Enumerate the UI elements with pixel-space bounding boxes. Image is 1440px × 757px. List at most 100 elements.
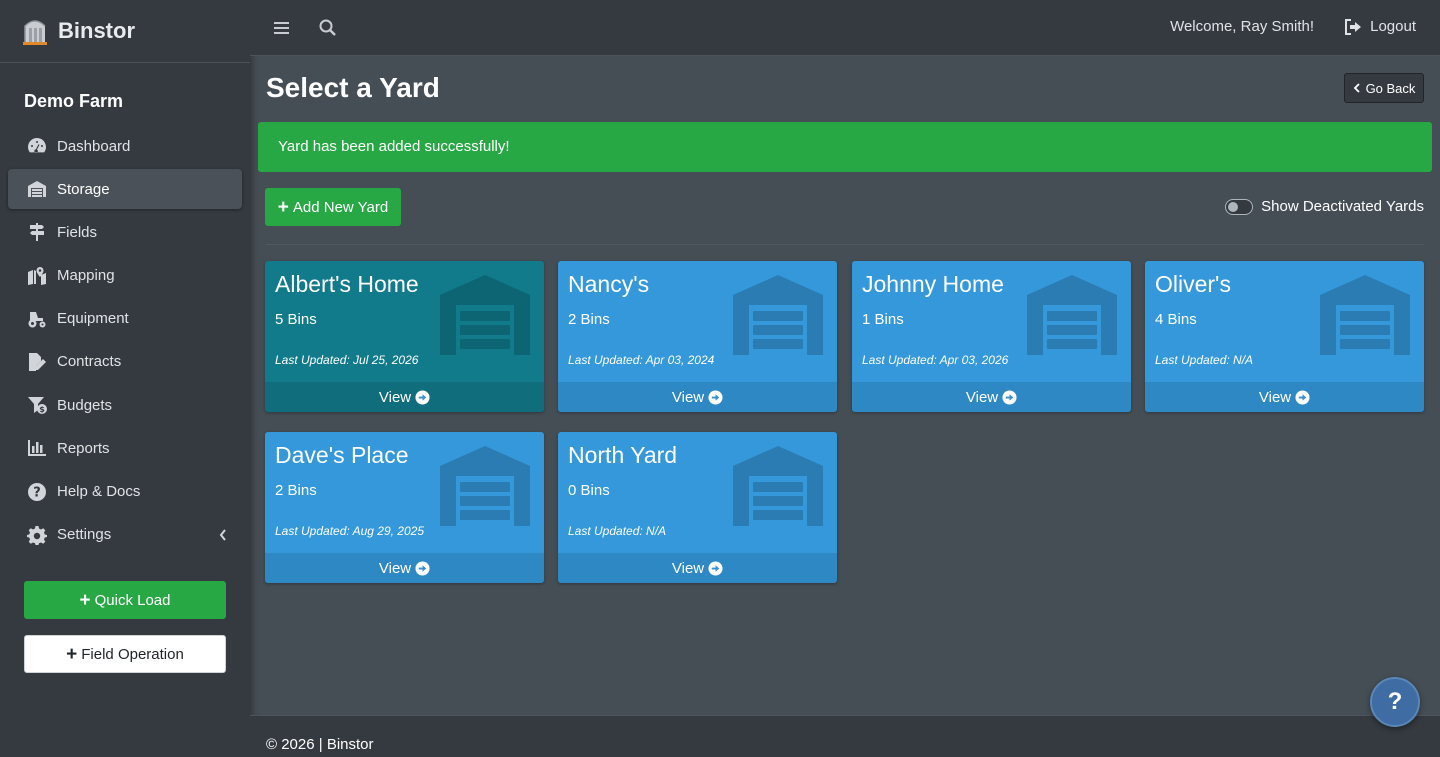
divider [266,244,1424,245]
sidebar-item-label: Reports [57,439,110,457]
yard-view-link[interactable]: View [265,553,544,583]
yard-bin-count: 0 Bins [568,482,610,499]
help-button[interactable]: ? [1370,677,1420,727]
go-back-label: Go Back [1365,80,1416,96]
yard-bin-count: 4 Bins [1155,311,1197,328]
yard-card[interactable]: Johnny Home 1 Bins Last Updated: Apr 03,… [852,261,1131,412]
funnel-dollar-icon: $ [26,395,48,415]
yard-bin-count: 2 Bins [275,482,317,499]
sidebar-item-label: Fields [57,223,98,241]
yard-name: Oliver's [1155,271,1231,297]
sidebar-item-dashboard[interactable]: Dashboard [8,126,242,166]
search-icon[interactable] [318,18,338,38]
go-back-button[interactable]: Go Back [1344,73,1424,103]
show-deactivated-label: Show Deactivated Yards [1261,198,1424,215]
plus-icon: + [66,643,78,665]
yard-bin-count: 1 Bins [862,311,904,328]
sidebar-item-label: Budgets [57,396,113,414]
view-label: View [671,388,705,406]
yard-view-link[interactable]: View [558,382,837,412]
yard-card[interactable]: Nancy's 2 Bins Last Updated: Apr 03, 202… [558,261,837,412]
yard-last-updated: Last Updated: Apr 03, 2026 [862,353,1009,367]
sidebar-item-help-docs[interactable]: ? Help & Docs [8,472,242,512]
yard-name: Johnny Home [862,271,1004,297]
yard-name: Dave's Place [275,442,409,468]
yard-card[interactable]: Albert's Home 5 Bins Last Updated: Jul 2… [265,261,544,412]
add-new-yard-button[interactable]: + Add New Yard [265,188,401,226]
sidebar-item-storage[interactable]: Storage [8,169,242,210]
warehouse-icon [440,446,530,526]
logout-button[interactable]: Logout [1345,18,1416,35]
sign-out-icon [1345,18,1362,35]
chevron-left-icon [219,529,226,541]
yard-name: Nancy's [568,271,650,297]
yard-view-link[interactable]: View [852,382,1131,412]
signpost-icon [26,222,48,242]
silo-logo-icon [23,20,47,45]
sidebar-item-label: Contracts [57,353,122,371]
sidebar-item-reports[interactable]: Reports [8,428,242,468]
yard-view-link[interactable]: View [1145,382,1424,412]
page-title: Select a Yard [266,72,440,103]
yard-card[interactable]: Oliver's 4 Bins Last Updated: N/A View [1145,261,1424,412]
map-marker-icon [26,266,48,286]
gear-icon [26,525,48,545]
sidebar: Binstor Demo Farm Dashboard Storage Fiel… [0,0,250,757]
add-new-yard-label: Add New Yard [292,198,389,216]
view-label: View [378,559,412,577]
plus-icon: + [277,196,289,218]
sidebar-item-settings[interactable]: Settings [8,515,242,555]
question-circle-icon: ? [26,482,48,502]
sidebar-item-label: Mapping [57,267,115,285]
yard-bin-count: 5 Bins [275,311,317,328]
quick-load-label: Quick Load [94,591,171,609]
footer-text: © 2026 | Binstor [266,736,374,753]
arrow-circle-right-icon [1295,389,1310,405]
yard-name: Albert's Home [275,271,419,297]
yard-view-link[interactable]: View [265,382,544,412]
yard-bin-count: 2 Bins [568,311,610,328]
yard-card[interactable]: North Yard 0 Bins Last Updated: N/A View [558,432,837,583]
field-operation-label: Field Operation [81,645,184,663]
svg-text:?: ? [33,485,41,500]
warehouse-icon [440,275,530,355]
sidebar-item-label: Storage [57,180,110,198]
sidebar-item-equipment[interactable]: Equipment [8,299,242,339]
yard-last-updated: Last Updated: Jul 25, 2026 [275,353,419,367]
logout-label: Logout [1370,18,1416,35]
yard-view-link[interactable]: View [558,553,837,583]
brand-name: Binstor [58,18,135,43]
warehouse-icon [733,275,823,355]
sidebar-item-label: Dashboard [57,137,131,155]
warehouse-icon [26,179,48,199]
sidebar-item-fields[interactable]: Fields [8,212,242,252]
file-signature-icon [26,352,48,372]
sidebar-item-label: Help & Docs [57,483,141,500]
gauge-icon [26,136,48,156]
yard-card[interactable]: Dave's Place 2 Bins Last Updated: Aug 29… [265,432,544,583]
chevron-left-icon [1353,83,1360,93]
sidebar-item-label: Settings [57,526,112,544]
brand[interactable]: Binstor [0,0,250,63]
warehouse-icon [733,446,823,526]
sidebar-item-contracts[interactable]: Contracts [8,342,242,382]
yard-last-updated: Last Updated: Apr 03, 2024 [568,353,715,367]
sidebar-item-mapping[interactable]: Mapping [8,256,242,296]
arrow-circle-right-icon [415,560,430,576]
footer: © 2026 | Binstor [250,715,1440,757]
field-operation-button[interactable]: + Field Operation [24,635,226,673]
quick-load-button[interactable]: + Quick Load [24,581,226,619]
sidebar-nav: Dashboard Storage Fields Mapping Equipme… [0,126,250,555]
yard-last-updated: Last Updated: Aug 29, 2025 [275,524,425,538]
arrow-circle-right-icon [415,389,430,405]
top-navbar: Welcome, Ray Smith! Logout [250,0,1440,56]
sidebar-item-budgets[interactable]: $ Budgets [8,385,242,425]
view-label: View [378,388,412,406]
yard-name: North Yard [568,442,678,468]
view-label: View [1258,388,1292,406]
sidebar-item-label: Equipment [57,310,129,328]
hamburger-menu-icon[interactable] [272,18,292,38]
chart-bar-icon [26,438,48,458]
show-deactivated-toggle[interactable] [1225,198,1254,215]
warehouse-icon [1320,275,1410,355]
